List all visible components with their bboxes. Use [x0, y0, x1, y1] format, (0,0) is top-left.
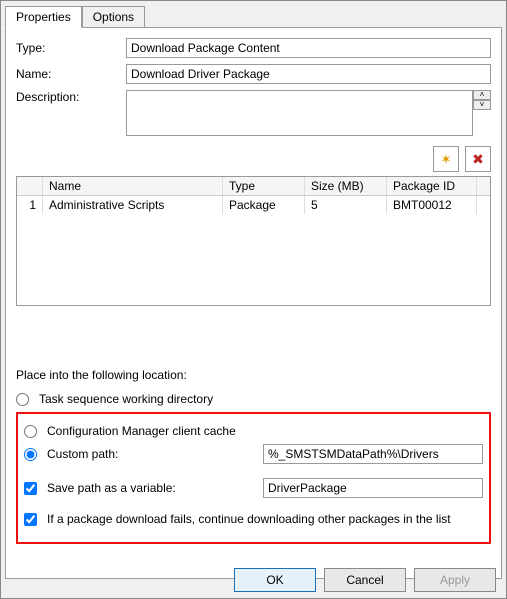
radio-working-dir[interactable] — [16, 393, 29, 406]
cell-size: 5 — [305, 196, 387, 214]
type-field: Download Package Content — [126, 38, 491, 58]
description-field[interactable] — [126, 90, 473, 136]
check-continue-on-fail[interactable] — [24, 513, 37, 526]
cancel-button[interactable]: Cancel — [324, 568, 406, 592]
description-label: Description: — [16, 90, 126, 104]
name-label: Name: — [16, 67, 126, 81]
check-save-path-var-label: Save path as a variable: — [47, 481, 257, 495]
col-name[interactable]: Name — [43, 177, 223, 195]
name-field[interactable] — [126, 64, 491, 84]
col-pkgid[interactable]: Package ID — [387, 177, 477, 195]
new-icon[interactable]: ✶ — [433, 146, 459, 172]
col-index[interactable] — [17, 177, 43, 195]
check-continue-on-fail-label: If a package download fails, continue do… — [47, 512, 451, 526]
tab-options[interactable]: Options — [82, 6, 145, 28]
cell-name: Administrative Scripts — [43, 196, 223, 214]
radio-custom-path[interactable] — [24, 448, 37, 461]
description-scroll-down[interactable]: ˅ — [473, 100, 491, 110]
cell-pkgid: BMT00012 — [387, 196, 477, 214]
col-type[interactable]: Type — [223, 177, 305, 195]
description-scroll-up[interactable]: ˄ — [473, 90, 491, 100]
type-label: Type: — [16, 41, 126, 55]
ok-button[interactable]: OK — [234, 568, 316, 592]
tab-properties[interactable]: Properties — [5, 6, 82, 28]
radio-working-dir-label: Task sequence working directory — [39, 392, 213, 406]
table-row[interactable]: 1 Administrative Scripts Package 5 BMT00… — [17, 196, 490, 214]
packages-grid[interactable]: Name Type Size (MB) Package ID 1 Adminis… — [16, 176, 491, 306]
cell-type: Package — [223, 196, 305, 214]
radio-client-cache-label: Configuration Manager client cache — [47, 424, 236, 438]
apply-button[interactable]: Apply — [414, 568, 496, 592]
cell-index: 1 — [17, 196, 43, 214]
radio-client-cache[interactable] — [24, 425, 37, 438]
col-size[interactable]: Size (MB) — [305, 177, 387, 195]
place-into-label: Place into the following location: — [16, 368, 491, 382]
delete-icon[interactable]: ✖ — [465, 146, 491, 172]
custom-path-input[interactable] — [263, 444, 483, 464]
check-save-path-var[interactable] — [24, 482, 37, 495]
highlighted-section: Configuration Manager client cache Custo… — [16, 412, 491, 544]
radio-custom-path-label: Custom path: — [47, 447, 257, 461]
save-path-var-input[interactable] — [263, 478, 483, 498]
